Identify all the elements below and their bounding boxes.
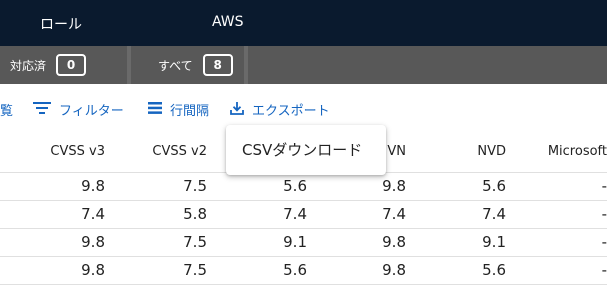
export-menu: CSVダウンロード <box>226 125 386 175</box>
cell-nvd: 5.6 <box>482 261 506 279</box>
csv-download-menu-item[interactable]: CSVダウンロード <box>242 139 362 160</box>
export-button[interactable]: エクスポート <box>230 100 330 119</box>
tab-resolved-label: 対応済 <box>10 58 47 73</box>
density-button-label: 行間隔 <box>170 104 210 119</box>
cell-score: 9.1 <box>283 233 307 251</box>
tab-divider <box>127 46 131 84</box>
view-button[interactable]: 覧 <box>0 100 13 119</box>
cell-score: 5.6 <box>283 177 307 195</box>
role-column-label: ロール <box>40 17 82 33</box>
cell-microsoft: - <box>601 261 607 279</box>
cell-jvn: 9.8 <box>382 177 406 195</box>
cell-jvn: 7.4 <box>382 205 406 223</box>
table-row[interactable]: 7.4 5.8 7.4 7.4 7.4 - <box>0 200 607 229</box>
top-header-bar: ロール AWS <box>0 0 607 46</box>
column-header-microsoft[interactable]: Microsoft <box>548 144 607 159</box>
export-button-label: エクスポート <box>252 104 330 119</box>
tab-resolved[interactable]: 対応済 0 <box>10 46 87 84</box>
cell-cvss-v2: 7.5 <box>183 261 207 279</box>
aws-column-label: AWS <box>212 14 244 30</box>
view-button-label: 覧 <box>0 104 14 119</box>
column-header-nvd[interactable]: NVD <box>477 144 506 159</box>
cell-nvd: 5.6 <box>482 177 506 195</box>
table-row[interactable]: 9.8 7.5 5.6 9.8 5.6 - <box>0 256 607 285</box>
download-icon <box>230 101 252 119</box>
tab-all-label: すべて <box>158 58 193 73</box>
column-header-cvss-v2[interactable]: CVSS v2 <box>152 144 207 159</box>
cell-microsoft: - <box>601 233 607 251</box>
cell-cvss-v2: 7.5 <box>183 177 207 195</box>
column-header-jvn[interactable]: VN <box>387 144 406 159</box>
cell-nvd: 9.1 <box>482 233 506 251</box>
cell-score: 5.6 <box>283 261 307 279</box>
tab-resolved-count-badge: 0 <box>56 54 87 76</box>
tab-all[interactable]: すべて 8 <box>158 46 233 84</box>
column-header-cvss-v3[interactable]: CVSS v3 <box>50 144 105 159</box>
cell-cvss-v3: 9.8 <box>81 233 105 251</box>
density-icon <box>148 101 170 118</box>
filter-button[interactable]: フィルター <box>33 100 124 119</box>
table-row[interactable]: 9.8 7.5 9.1 9.8 9.1 - <box>0 228 607 257</box>
cell-cvss-v2: 7.5 <box>183 233 207 251</box>
cell-cvss-v3: 9.8 <box>81 261 105 279</box>
cell-jvn: 9.8 <box>382 233 406 251</box>
cell-nvd: 7.4 <box>482 205 506 223</box>
filter-icon <box>33 101 59 119</box>
cell-score: 7.4 <box>283 205 307 223</box>
tab-all-count-badge: 8 <box>202 54 233 76</box>
cell-jvn: 9.8 <box>382 261 406 279</box>
cell-cvss-v3: 7.4 <box>81 205 105 223</box>
cell-microsoft: - <box>601 205 607 223</box>
status-tab-bar: 対応済 0 すべて 8 <box>0 46 607 84</box>
density-button[interactable]: 行間隔 <box>148 100 209 119</box>
filter-button-label: フィルター <box>59 104 124 119</box>
tab-divider <box>244 46 248 84</box>
cell-microsoft: - <box>601 177 607 195</box>
table-row[interactable]: 9.8 7.5 5.6 9.8 5.6 - <box>0 172 607 201</box>
cell-cvss-v2: 5.8 <box>183 205 207 223</box>
cell-cvss-v3: 9.8 <box>81 177 105 195</box>
